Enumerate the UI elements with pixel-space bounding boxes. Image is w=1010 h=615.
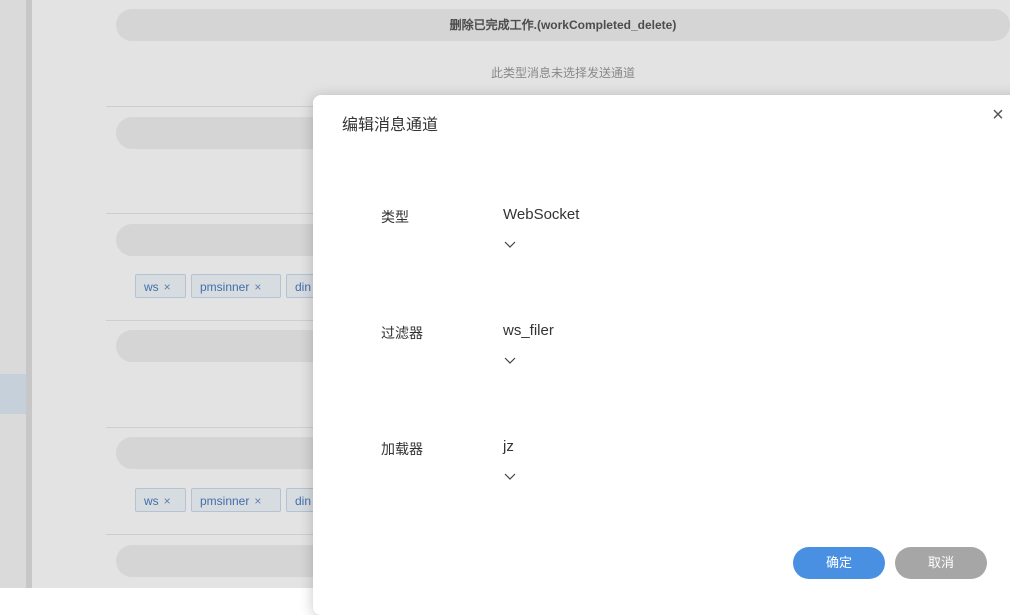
filter-label: 过滤器	[381, 325, 423, 341]
cancel-button[interactable]: 取消	[895, 547, 987, 579]
dialog-title: 编辑消息通道	[342, 117, 439, 134]
type-select-value[interactable]: WebSocket	[503, 206, 579, 223]
confirm-button[interactable]: 确定	[793, 547, 885, 579]
loader-label: 加载器	[381, 441, 423, 457]
filter-select-value[interactable]: ws_filer	[503, 322, 554, 339]
chevron-down-icon[interactable]	[503, 470, 517, 484]
edit-channel-dialog: 编辑消息通道 × 类型 WebSocket 过滤器 ws_filer 加载器 j…	[313, 95, 1010, 615]
close-icon[interactable]: ×	[988, 103, 1008, 127]
chevron-down-icon[interactable]	[503, 238, 517, 252]
chevron-down-icon[interactable]	[503, 354, 517, 368]
loader-select-value[interactable]: jz	[503, 438, 514, 455]
type-label: 类型	[381, 209, 409, 225]
